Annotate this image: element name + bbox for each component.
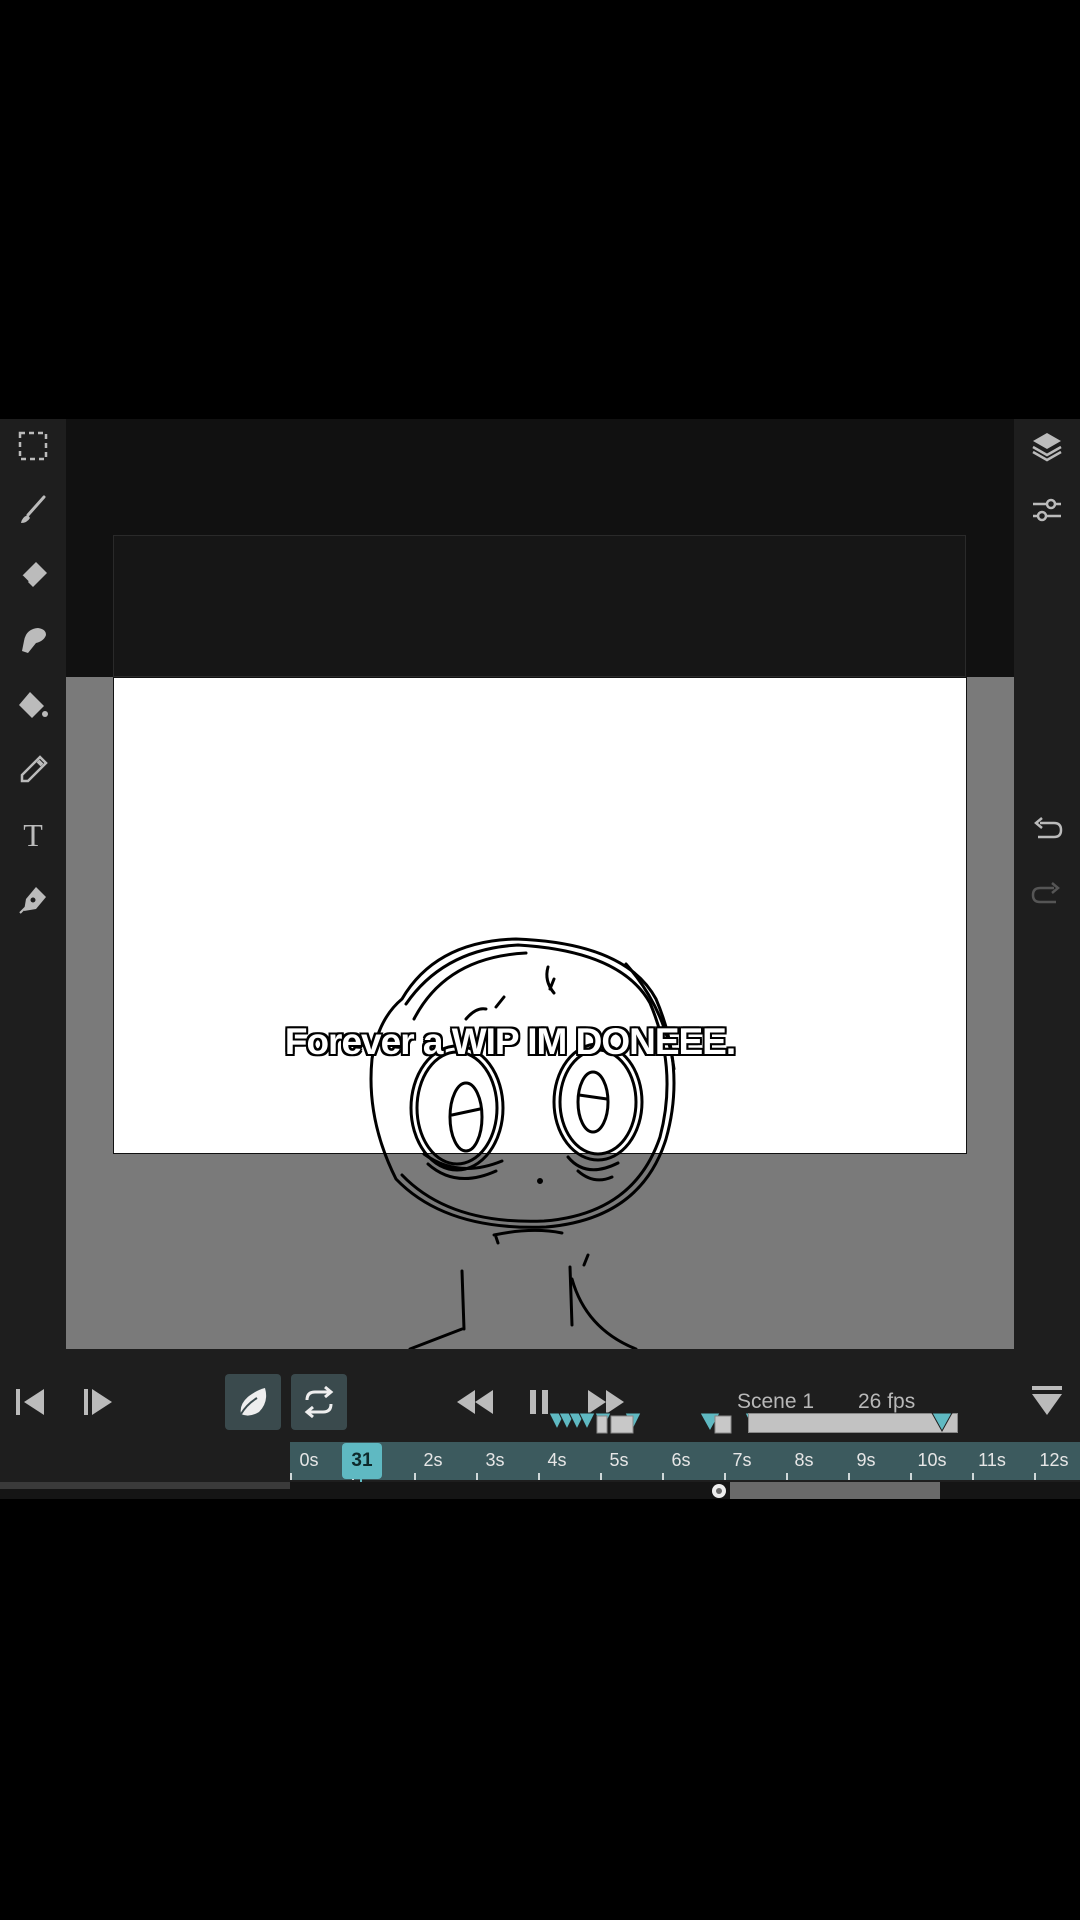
ruler-tick — [848, 1473, 850, 1480]
svg-text:T: T — [23, 818, 43, 852]
timeline-ruler[interactable]: 0s 2s 3s 4s 5s 6s 7s 8s 9s 10s 11s 12s — [290, 1442, 1080, 1480]
eyedropper-icon[interactable] — [8, 745, 58, 795]
tick-label: 5s — [609, 1450, 629, 1470]
ruler-tick — [972, 1473, 974, 1480]
playhead-frame-badge[interactable]: 31 — [342, 1443, 382, 1479]
ruler-tick — [1034, 1473, 1036, 1480]
frame-thumbnail-strip[interactable] — [730, 1482, 940, 1499]
ruler-tick — [600, 1473, 602, 1480]
tick-label: 4s — [547, 1450, 567, 1470]
tick-label: 11s — [978, 1450, 1006, 1470]
tick-label: 2s — [423, 1450, 443, 1470]
ruler-tick — [662, 1473, 664, 1480]
pen-icon[interactable] — [8, 875, 58, 925]
clip-range-bar[interactable] — [748, 1413, 958, 1433]
next-frame-button[interactable] — [82, 1385, 116, 1419]
track-header — [0, 1482, 290, 1489]
layers-icon[interactable] — [1022, 421, 1072, 471]
undo-icon[interactable] — [1022, 805, 1072, 855]
right-toolbar — [1014, 419, 1080, 1349]
caption-text: Forever a WIP IM DONEEE. — [284, 1021, 736, 1062]
adjustments-icon[interactable] — [1022, 485, 1072, 535]
tick-label: 10s — [917, 1450, 947, 1470]
ruler-tick — [476, 1473, 478, 1480]
smudge-icon[interactable] — [8, 615, 58, 665]
onion-skin-toggle[interactable] — [225, 1374, 281, 1430]
ruler-tick — [538, 1473, 540, 1480]
gear-icon[interactable] — [706, 1482, 732, 1499]
redo-icon[interactable] — [1022, 870, 1072, 920]
tick-label: 3s — [485, 1450, 505, 1470]
ruler-tick — [414, 1473, 416, 1480]
ruler-tick — [290, 1473, 292, 1480]
left-toolbar: T — [0, 419, 66, 1349]
tick-label: 7s — [732, 1450, 752, 1470]
ruler-tick — [724, 1473, 726, 1480]
selection-icon[interactable] — [8, 421, 58, 471]
tick-label: 6s — [671, 1450, 691, 1470]
brush-icon[interactable] — [8, 485, 58, 535]
tick-label: 0s — [299, 1450, 319, 1470]
eraser-icon[interactable] — [8, 550, 58, 600]
previous-frame-button[interactable] — [14, 1385, 48, 1419]
loop-toggle[interactable] — [291, 1374, 347, 1430]
animation-app: T Forever a WIP IM DONEEE. Scene 1 26 fp… — [0, 419, 1080, 1499]
text-icon[interactable]: T — [8, 810, 58, 860]
ruler-tick — [786, 1473, 788, 1480]
canvas-area[interactable]: Forever a WIP IM DONEEE. — [66, 419, 1014, 1349]
tick-label: 8s — [794, 1450, 814, 1470]
ruler-tick — [910, 1473, 912, 1480]
fill-icon[interactable] — [8, 680, 58, 730]
tick-label: 9s — [856, 1450, 876, 1470]
character-sketch — [369, 937, 676, 1349]
tick-label: 12s — [1039, 1450, 1069, 1470]
rewind-button[interactable] — [455, 1386, 495, 1418]
collapse-timeline-icon[interactable] — [1030, 1383, 1064, 1419]
clip-end-handle[interactable] — [930, 1411, 954, 1435]
